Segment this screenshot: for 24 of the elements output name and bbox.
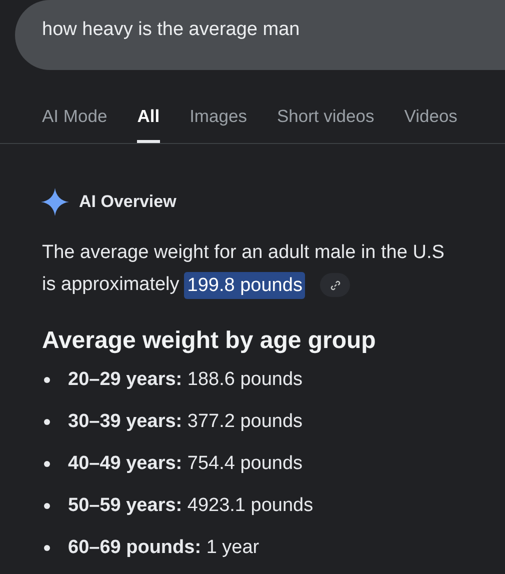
answer-text: is approximately xyxy=(42,273,180,297)
bullet-icon xyxy=(44,418,50,424)
bullet-icon xyxy=(44,376,50,382)
list-item-text: 50–59 years: 4923.1 pounds xyxy=(68,494,314,517)
tab[interactable]: Videos xyxy=(404,104,458,143)
bullet-icon xyxy=(44,502,50,508)
search-field[interactable]: how heavy is the average man xyxy=(15,0,505,70)
tab[interactable]: Short videos xyxy=(276,104,374,143)
tab[interactable]: All xyxy=(137,104,160,143)
link-button[interactable] xyxy=(320,273,350,297)
tab[interactable]: AI Mode xyxy=(42,104,108,143)
list-item-text: 40–49 years: 754.4 pounds xyxy=(68,452,303,475)
highlighted-answer: 199.8 pounds xyxy=(184,272,306,298)
link-icon xyxy=(330,280,341,290)
bullet-icon xyxy=(44,544,50,550)
list-item-text: 30–39 years: 377.2 pounds xyxy=(68,410,303,433)
tab[interactable]: Images xyxy=(190,104,247,143)
section-heading: Average weight by age group xyxy=(41,326,377,355)
overview-title: AI Overview xyxy=(79,192,176,212)
list-item-text: 60–69 pounds: 1 year xyxy=(68,536,260,559)
list-item-text: 20–29 years: 188.6 pounds xyxy=(68,368,303,391)
sparkle-icon xyxy=(41,188,69,216)
bullet-icon xyxy=(44,460,50,466)
answer-text: The average weight for an adult male in the U.S xyxy=(42,241,446,265)
